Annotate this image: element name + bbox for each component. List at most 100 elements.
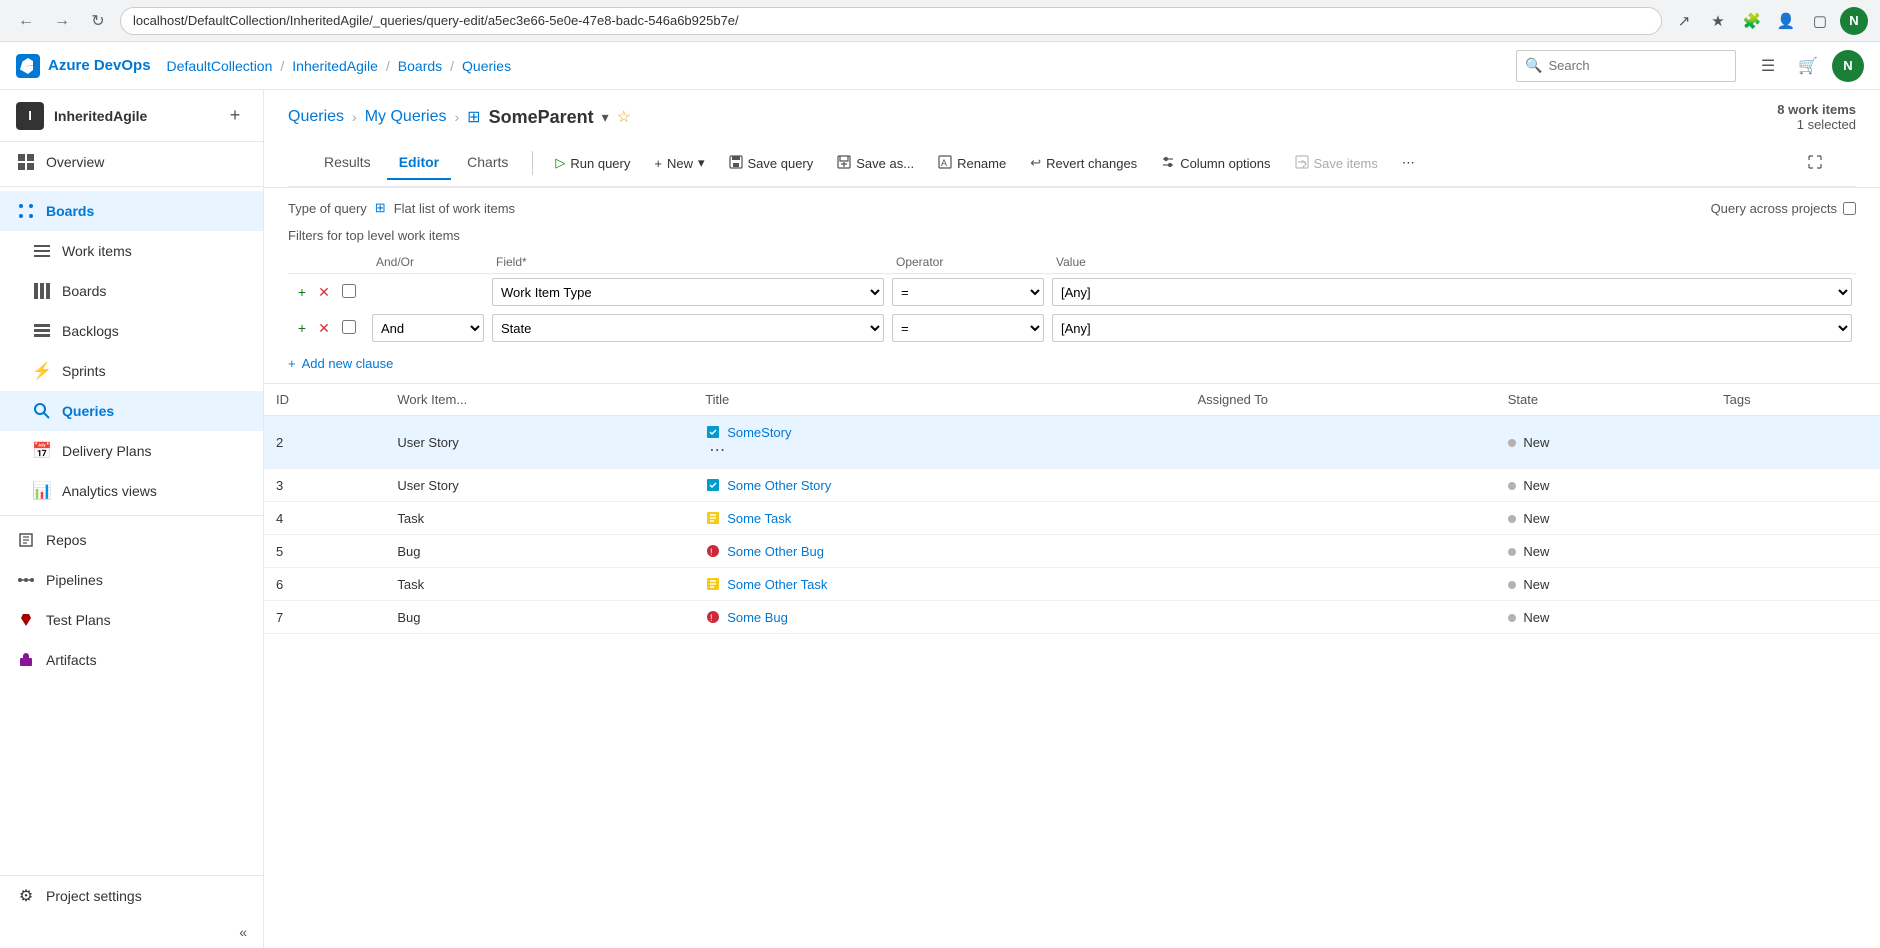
sidebar-item-delivery-plans[interactable]: 📅 Delivery Plans xyxy=(0,431,263,471)
table-row[interactable]: 2 User Story SomeStory ⋯ New xyxy=(264,416,1880,469)
work-item-title-link[interactable]: SomeStory xyxy=(705,424,1173,440)
work-item-title-link[interactable]: Some Other Task xyxy=(705,576,1173,592)
table-row[interactable]: 7 Bug ! Some Bug New xyxy=(264,601,1880,634)
run-query-button[interactable]: ▷ Run query xyxy=(545,149,640,177)
work-item-title-link[interactable]: Some Task xyxy=(705,510,1173,526)
filter-row-checkbox[interactable] xyxy=(342,284,356,298)
filter-add-btn[interactable]: + xyxy=(292,282,312,302)
tab-results[interactable]: Results xyxy=(312,146,383,180)
table-row[interactable]: 6 Task Some Other Task New xyxy=(264,568,1880,601)
breadcrumb-inherited-agile[interactable]: InheritedAgile xyxy=(292,58,378,74)
add-clause-button[interactable]: + Add new clause xyxy=(288,356,1856,371)
breadcrumb-queries-link[interactable]: Queries xyxy=(288,108,344,126)
sidebar-item-artifacts[interactable]: Artifacts xyxy=(0,640,263,680)
address-bar[interactable]: localhost/DefaultCollection/InheritedAgi… xyxy=(120,7,1662,35)
forward-button[interactable]: → xyxy=(48,7,76,35)
status-dot xyxy=(1508,614,1516,622)
filters-header: Filters for top level work items xyxy=(288,228,1856,243)
selected-count: 1 selected xyxy=(1797,117,1856,132)
search-box[interactable]: 🔍 xyxy=(1516,50,1736,82)
page-title-star-icon[interactable]: ☆ xyxy=(617,107,631,127)
work-item-title-link[interactable]: ! Some Other Bug xyxy=(705,543,1173,559)
filter-add-btn[interactable]: + xyxy=(292,318,312,338)
sidebar-add-button[interactable]: + xyxy=(223,104,247,128)
filter-value-select[interactable]: [Any] xyxy=(1052,314,1852,342)
expand-button[interactable] xyxy=(1798,149,1832,178)
new-button[interactable]: + New ▾ xyxy=(644,149,714,177)
table-row[interactable]: 5 Bug ! Some Other Bug New xyxy=(264,535,1880,568)
work-item-title-link[interactable]: ! Some Bug xyxy=(705,609,1173,625)
sidebar-item-queries[interactable]: Queries xyxy=(0,391,263,431)
list-icon[interactable]: ☰ xyxy=(1752,50,1784,82)
app-logo-text: Azure DevOps xyxy=(48,57,151,74)
org-name: InheritedAgile xyxy=(54,108,213,124)
share-icon[interactable]: ↗ xyxy=(1670,7,1698,35)
bookmark-icon[interactable]: ★ xyxy=(1704,7,1732,35)
filter-operator-select[interactable]: = xyxy=(892,278,1044,306)
column-options-button[interactable]: Column options xyxy=(1151,149,1280,178)
sidebar-collapse-button[interactable]: « xyxy=(0,916,263,948)
toolbar: Results Editor Charts ▷ Run query + New … xyxy=(288,140,1856,187)
cell-title: Some Other Task xyxy=(693,568,1185,601)
cell-state: New xyxy=(1496,416,1711,469)
browser-user-avatar[interactable]: N xyxy=(1840,7,1868,35)
sidebar-item-repos[interactable]: Repos xyxy=(0,520,263,560)
window-icon[interactable]: ▢ xyxy=(1806,7,1834,35)
query-across-checkbox[interactable] xyxy=(1843,202,1856,215)
sidebar-item-boards[interactable]: Boards xyxy=(0,271,263,311)
reload-button[interactable]: ↻ xyxy=(84,7,112,35)
cell-work-item-type: Task xyxy=(385,502,693,535)
sidebar-item-project-settings[interactable]: ⚙ Project settings xyxy=(0,876,263,916)
filter-operator-select[interactable]: = xyxy=(892,314,1044,342)
save-items-button[interactable]: Save items xyxy=(1285,149,1388,178)
table-row[interactable]: 4 Task Some Task New xyxy=(264,502,1880,535)
col-value-header: Value xyxy=(1048,251,1856,274)
page-title-chevron-icon[interactable]: ▾ xyxy=(602,109,609,126)
more-options-button[interactable]: ⋯ xyxy=(1392,149,1425,177)
tab-charts[interactable]: Charts xyxy=(455,146,520,180)
breadcrumb-default-collection[interactable]: DefaultCollection xyxy=(167,58,273,74)
sidebar-item-test-plans[interactable]: Test Plans xyxy=(0,600,263,640)
svg-text:A: A xyxy=(941,158,947,168)
filter-field-select[interactable]: Work Item Type xyxy=(492,278,884,306)
url-text: localhost/DefaultCollection/InheritedAgi… xyxy=(133,13,739,28)
tab-editor[interactable]: Editor xyxy=(387,146,451,180)
sidebar-item-pipelines[interactable]: Pipelines xyxy=(0,560,263,600)
save-as-button[interactable]: Save as... xyxy=(827,149,924,178)
sidebar-item-analytics-views[interactable]: 📊 Analytics views xyxy=(0,471,263,511)
sidebar-item-work-items[interactable]: Work items xyxy=(0,231,263,271)
table-row[interactable]: 3 User Story Some Other Story New xyxy=(264,469,1880,502)
filter-field-select[interactable]: State xyxy=(492,314,884,342)
filter-value-select[interactable]: [Any] xyxy=(1052,278,1852,306)
cell-state: New xyxy=(1496,535,1711,568)
boards-label: Boards xyxy=(62,283,106,299)
filter-remove-btn[interactable]: ✕ xyxy=(314,318,334,338)
cell-assigned-to xyxy=(1185,502,1495,535)
extension-icon[interactable]: 🧩 xyxy=(1738,7,1766,35)
filter-row-checkbox[interactable] xyxy=(342,320,356,334)
filter-remove-btn[interactable]: ✕ xyxy=(314,282,334,302)
rename-icon: A xyxy=(938,155,952,172)
save-query-button[interactable]: Save query xyxy=(719,149,824,178)
results-table: IDWork Item...TitleAssigned ToStateTags … xyxy=(264,384,1880,634)
revert-changes-button[interactable]: ↩ Revert changes xyxy=(1020,149,1147,177)
sidebar-item-backlogs[interactable]: Backlogs xyxy=(0,311,263,351)
work-item-title-link[interactable]: Some Other Story xyxy=(705,477,1173,493)
breadcrumb-queries[interactable]: Queries xyxy=(462,58,511,74)
top-nav-breadcrumb: DefaultCollection / InheritedAgile / Boa… xyxy=(167,58,512,74)
bag-icon[interactable]: 🛒 xyxy=(1792,50,1824,82)
breadcrumb-my-queries-link[interactable]: My Queries xyxy=(365,108,447,126)
user-avatar[interactable]: N xyxy=(1832,50,1864,82)
breadcrumb-boards[interactable]: Boards xyxy=(398,58,442,74)
rename-button[interactable]: A Rename xyxy=(928,149,1016,178)
cell-title: Some Other Story xyxy=(693,469,1185,502)
sidebar-item-boards-header[interactable]: Boards xyxy=(0,191,263,231)
row-ellipsis-button[interactable]: ⋯ xyxy=(705,440,729,461)
sidebar-item-overview[interactable]: Overview xyxy=(0,142,263,182)
profile-icon[interactable]: 👤 xyxy=(1772,7,1800,35)
cell-state: New xyxy=(1496,601,1711,634)
filter-andor-select[interactable]: AndOr xyxy=(372,314,484,342)
sidebar-item-sprints[interactable]: ⚡ Sprints xyxy=(0,351,263,391)
search-input[interactable] xyxy=(1548,58,1727,73)
back-button[interactable]: ← xyxy=(12,7,40,35)
